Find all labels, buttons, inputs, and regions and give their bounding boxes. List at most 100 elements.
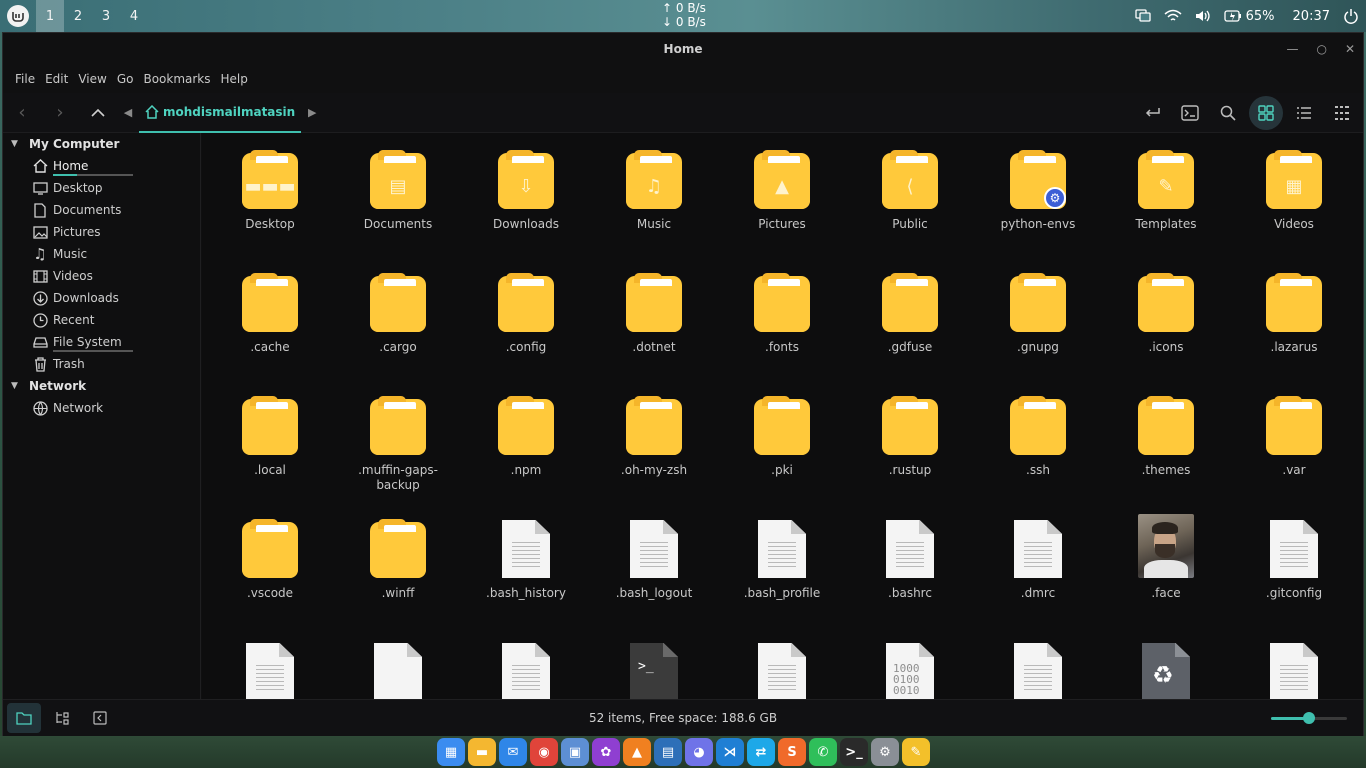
search-button[interactable]	[1211, 96, 1245, 130]
file-item[interactable]: .dotnet	[590, 272, 718, 395]
sidebar-item-file-system[interactable]: File System	[3, 331, 200, 353]
file-item[interactable]: .local	[206, 395, 334, 518]
file-item[interactable]	[334, 641, 462, 699]
file-item[interactable]: .face	[1102, 514, 1230, 641]
clock[interactable]: 20:37	[1293, 9, 1330, 24]
file-item[interactable]: .config	[462, 272, 590, 395]
file-item[interactable]: 1000 0100 0010	[846, 641, 974, 699]
workspace-2[interactable]: 2	[64, 0, 92, 32]
toggle-location-button[interactable]	[1135, 96, 1169, 130]
dock-sublime-like-icon[interactable]: S	[778, 738, 806, 766]
battery-indicator[interactable]: 65%	[1223, 7, 1275, 25]
file-item[interactable]	[718, 641, 846, 699]
dock-office-icon[interactable]: ▤	[654, 738, 682, 766]
sidebar-item-videos[interactable]: Videos	[3, 265, 200, 287]
file-item[interactable]: .var	[1230, 395, 1358, 518]
compact-view-button[interactable]	[1325, 96, 1359, 130]
zoom-slider-handle[interactable]	[1303, 712, 1315, 724]
sidebar-item-home[interactable]: Home	[3, 155, 200, 177]
file-item[interactable]: .winff	[334, 518, 462, 641]
file-item[interactable]	[1230, 641, 1358, 699]
dock-discord-icon[interactable]: ◕	[685, 738, 713, 766]
volume-icon[interactable]	[1194, 7, 1212, 25]
dock-whatsapp-icon[interactable]: ✆	[809, 738, 837, 766]
display-icon[interactable]	[1134, 7, 1152, 25]
workspace-4[interactable]: 4	[120, 0, 148, 32]
minimize-icon[interactable]: —	[1286, 42, 1298, 56]
file-item[interactable]: ▬▬▬ Desktop	[206, 149, 334, 272]
dock-settings-icon[interactable]: ⚙	[871, 738, 899, 766]
dock-chrome-icon[interactable]: ◉	[530, 738, 558, 766]
sidebar-item-documents[interactable]: Documents	[3, 199, 200, 221]
menu-file[interactable]: File	[10, 72, 40, 86]
file-item[interactable]	[462, 641, 590, 699]
menu-bookmarks[interactable]: Bookmarks	[138, 72, 215, 86]
menu-view[interactable]: View	[73, 72, 111, 86]
dock-image-viewer-icon[interactable]: ▣	[561, 738, 589, 766]
file-item[interactable]: .ssh	[974, 395, 1102, 518]
file-item[interactable]: .cache	[206, 272, 334, 395]
sidebar-section-my-computer[interactable]: ▼ My Computer	[3, 133, 200, 155]
file-item[interactable]: .gnupg	[974, 272, 1102, 395]
file-item[interactable]: ✎ Templates	[1102, 149, 1230, 272]
file-item[interactable]: .rustup	[846, 395, 974, 518]
file-item[interactable]: >_	[590, 641, 718, 699]
breadcrumb-right-arrow-icon[interactable]: ▶	[301, 106, 323, 119]
toggle-sidebar-button[interactable]	[83, 703, 117, 733]
zoom-slider[interactable]	[1271, 712, 1347, 724]
file-item[interactable]: ⚙ python-envs	[974, 149, 1102, 272]
forward-button[interactable]: ›	[41, 93, 79, 133]
dock-app-grid-icon[interactable]: ▦	[437, 738, 465, 766]
file-item[interactable]: .icons	[1102, 272, 1230, 395]
sidebar-item-downloads[interactable]: Downloads	[3, 287, 200, 309]
maximize-icon[interactable]: ○	[1316, 42, 1326, 56]
file-item[interactable]	[206, 641, 334, 699]
sidebar-section-network[interactable]: ▼ Network	[3, 375, 200, 397]
dock-mail-icon[interactable]: ✉	[499, 738, 527, 766]
file-item[interactable]: ▤ Documents	[334, 149, 462, 272]
list-view-button[interactable]	[1287, 96, 1321, 130]
file-item[interactable]: ♫ Music	[590, 149, 718, 272]
start-menu-button[interactable]	[0, 0, 36, 32]
file-item[interactable]: .muffin-gaps-backup	[334, 395, 462, 518]
file-item[interactable]: .gitconfig	[1230, 518, 1358, 641]
file-item[interactable]: ⟨ Public	[846, 149, 974, 272]
file-item[interactable]: ♻	[1102, 641, 1230, 699]
file-item[interactable]: ⇩ Downloads	[462, 149, 590, 272]
file-item[interactable]: .bashrc	[846, 518, 974, 641]
file-item[interactable]: .oh-my-zsh	[590, 395, 718, 518]
sidebar-item-recent[interactable]: Recent	[3, 309, 200, 331]
menu-help[interactable]: Help	[216, 72, 253, 86]
up-button[interactable]	[79, 93, 117, 133]
dock-vlc-icon[interactable]: ▲	[623, 738, 651, 766]
file-item[interactable]: .bash_history	[462, 518, 590, 641]
file-item[interactable]	[974, 641, 1102, 699]
sidebar-item-trash[interactable]: Trash	[3, 353, 200, 375]
file-item[interactable]: .gdfuse	[846, 272, 974, 395]
file-item[interactable]: .fonts	[718, 272, 846, 395]
titlebar[interactable]: Home — ○ ✕	[3, 33, 1363, 65]
file-item[interactable]: ▲ Pictures	[718, 149, 846, 272]
sidebar-item-music[interactable]: ♫ Music	[3, 243, 200, 265]
dock-vscode-icon[interactable]: ⋊	[716, 738, 744, 766]
breadcrumb[interactable]: mohdismailmatasin	[139, 93, 302, 133]
dock-files-icon[interactable]: ▬	[468, 738, 496, 766]
dock-remote-icon[interactable]: ⇄	[747, 738, 775, 766]
workspace-1[interactable]: 1	[36, 0, 64, 32]
icon-view-button[interactable]	[1249, 96, 1283, 130]
file-item[interactable]: ▦ Videos	[1230, 149, 1358, 272]
file-item[interactable]: .dmrc	[974, 518, 1102, 641]
dock-notes-icon[interactable]: ✎	[902, 738, 930, 766]
menu-edit[interactable]: Edit	[40, 72, 73, 86]
file-item[interactable]: .themes	[1102, 395, 1230, 518]
sidebar-item-pictures[interactable]: Pictures	[3, 221, 200, 243]
file-item[interactable]: .bash_logout	[590, 518, 718, 641]
file-item[interactable]: .npm	[462, 395, 590, 518]
file-item[interactable]: .vscode	[206, 518, 334, 641]
sidebar-item-desktop[interactable]: Desktop	[3, 177, 200, 199]
file-item[interactable]: .pki	[718, 395, 846, 518]
close-icon[interactable]: ✕	[1345, 42, 1355, 56]
places-pane-button[interactable]	[7, 703, 41, 733]
file-item[interactable]: .cargo	[334, 272, 462, 395]
wifi-icon[interactable]	[1164, 7, 1182, 25]
